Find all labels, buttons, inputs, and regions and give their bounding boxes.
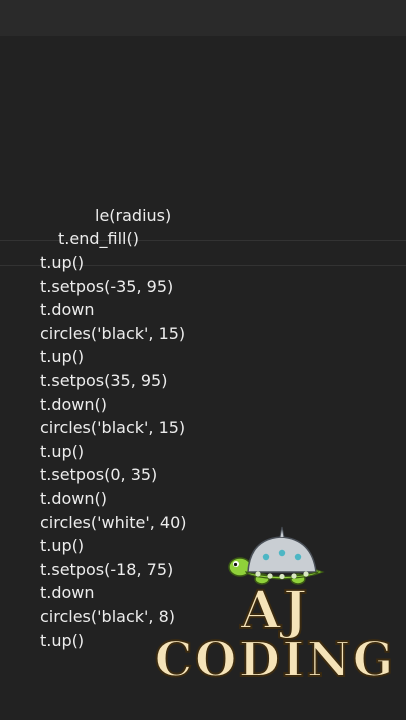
code-line: t.up() [40,536,85,555]
code-line: circles('black', 15) [40,324,186,343]
code-line: le(radius) [95,206,172,225]
code-line: t.end_fill() [58,229,139,248]
code-line: circles('black', 15) [40,418,186,437]
code-line: t.up() [40,347,85,366]
code-line: t.down() [40,395,108,414]
code-line: t.up() [40,253,85,272]
logo-line-aj: AJ [240,580,310,641]
code-line: t.down() [40,489,108,508]
code-line: t.up() [40,442,85,461]
logo-line-coding: CODING [154,632,396,688]
code-line: t.setpos(0, 35) [40,465,158,484]
code-line: t.down [40,300,95,319]
top-bar [0,0,406,36]
video-frame: le(radius) t.end_fill() t.up() t.setpos(… [0,0,406,720]
code-line: t.up() [40,631,85,650]
aj-coding-logo: AJ CODING [150,525,400,715]
code-line: t.down [40,583,95,602]
code-line: t.setpos(35, 95) [40,371,168,390]
code-line: t.setpos(-35, 95) [40,277,174,296]
